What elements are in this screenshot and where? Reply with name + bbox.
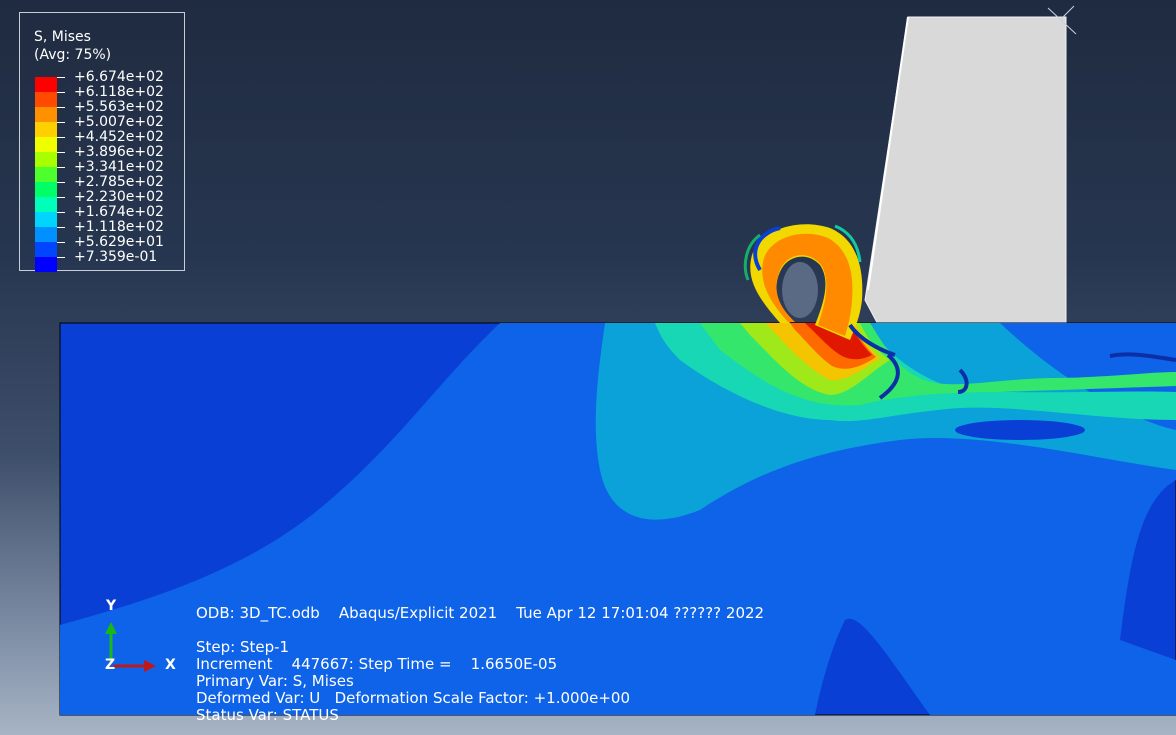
legend-tick xyxy=(57,197,65,198)
legend-value: +5.563e+02 xyxy=(74,99,164,115)
legend-swatch xyxy=(35,227,57,242)
legend-value: +2.230e+02 xyxy=(74,189,164,205)
legend-swatch xyxy=(35,242,57,257)
legend-value: +5.007e+02 xyxy=(74,114,164,130)
legend-value: +4.452e+02 xyxy=(74,129,164,145)
legend-swatch xyxy=(35,212,57,227)
deformed-var-line: Deformed Var: U Deformation Scale Factor… xyxy=(196,689,631,707)
legend-tick xyxy=(57,242,65,243)
legend-tick xyxy=(57,212,65,213)
step-line: Step: Step-1 xyxy=(196,638,290,656)
odb-info-block: ODB: 3D_TC.odb Abaqus/Explicit 2021 Tue … xyxy=(196,605,764,724)
legend-subtitle: (Avg: 75%) xyxy=(34,47,112,63)
contour-legend: S, Mises (Avg: 75%) +6.674e+02 +6.118e+02… xyxy=(19,12,185,272)
cutting-tool xyxy=(864,5,1077,361)
legend-value: +3.341e+02 xyxy=(74,159,164,175)
z-axis-label: Z xyxy=(105,657,116,673)
legend-tick xyxy=(57,122,65,123)
legend-value: +6.674e+02 xyxy=(74,69,164,85)
axis-triad: Y Z X xyxy=(100,598,190,678)
legend-value: +6.118e+02 xyxy=(74,84,164,100)
primary-var-line: Primary Var: S, Mises xyxy=(196,672,354,690)
x-axis-label: X xyxy=(165,657,176,673)
legend-tick xyxy=(57,152,65,153)
legend-value: +5.629e+01 xyxy=(74,234,164,250)
legend-tick xyxy=(57,77,65,78)
increment-line: Increment 447667: Step Time = 1.6650E-05 xyxy=(196,655,558,673)
legend-tick xyxy=(57,227,65,228)
odb-line: ODB: 3D_TC.odb Abaqus/Explicit 2021 Tue … xyxy=(196,604,765,622)
legend-value: +7.359e-01 xyxy=(74,249,158,265)
legend-tick xyxy=(57,257,65,258)
legend-swatch xyxy=(35,77,57,92)
legend-swatch xyxy=(35,137,57,152)
legend-swatch xyxy=(35,92,57,107)
legend-value: +1.118e+02 xyxy=(74,219,164,235)
legend-swatch xyxy=(35,197,57,212)
legend-swatch xyxy=(35,122,57,137)
legend-value: +2.785e+02 xyxy=(74,174,164,190)
legend-title: S, Mises xyxy=(34,29,91,45)
legend-swatch xyxy=(35,107,57,122)
legend-swatch xyxy=(35,182,57,197)
y-axis-label: Y xyxy=(106,598,117,614)
legend-tick xyxy=(57,137,65,138)
legend-value: +3.896e+02 xyxy=(74,144,164,160)
legend-swatch xyxy=(35,257,57,272)
legend-value: +1.674e+02 xyxy=(74,204,164,220)
legend-tick xyxy=(57,167,65,168)
legend-tick xyxy=(57,92,65,93)
legend-tick xyxy=(57,182,65,183)
legend-swatch xyxy=(35,152,57,167)
status-var-line: Status Var: STATUS xyxy=(196,706,339,724)
legend-swatch xyxy=(35,167,57,182)
legend-tick xyxy=(57,107,65,108)
